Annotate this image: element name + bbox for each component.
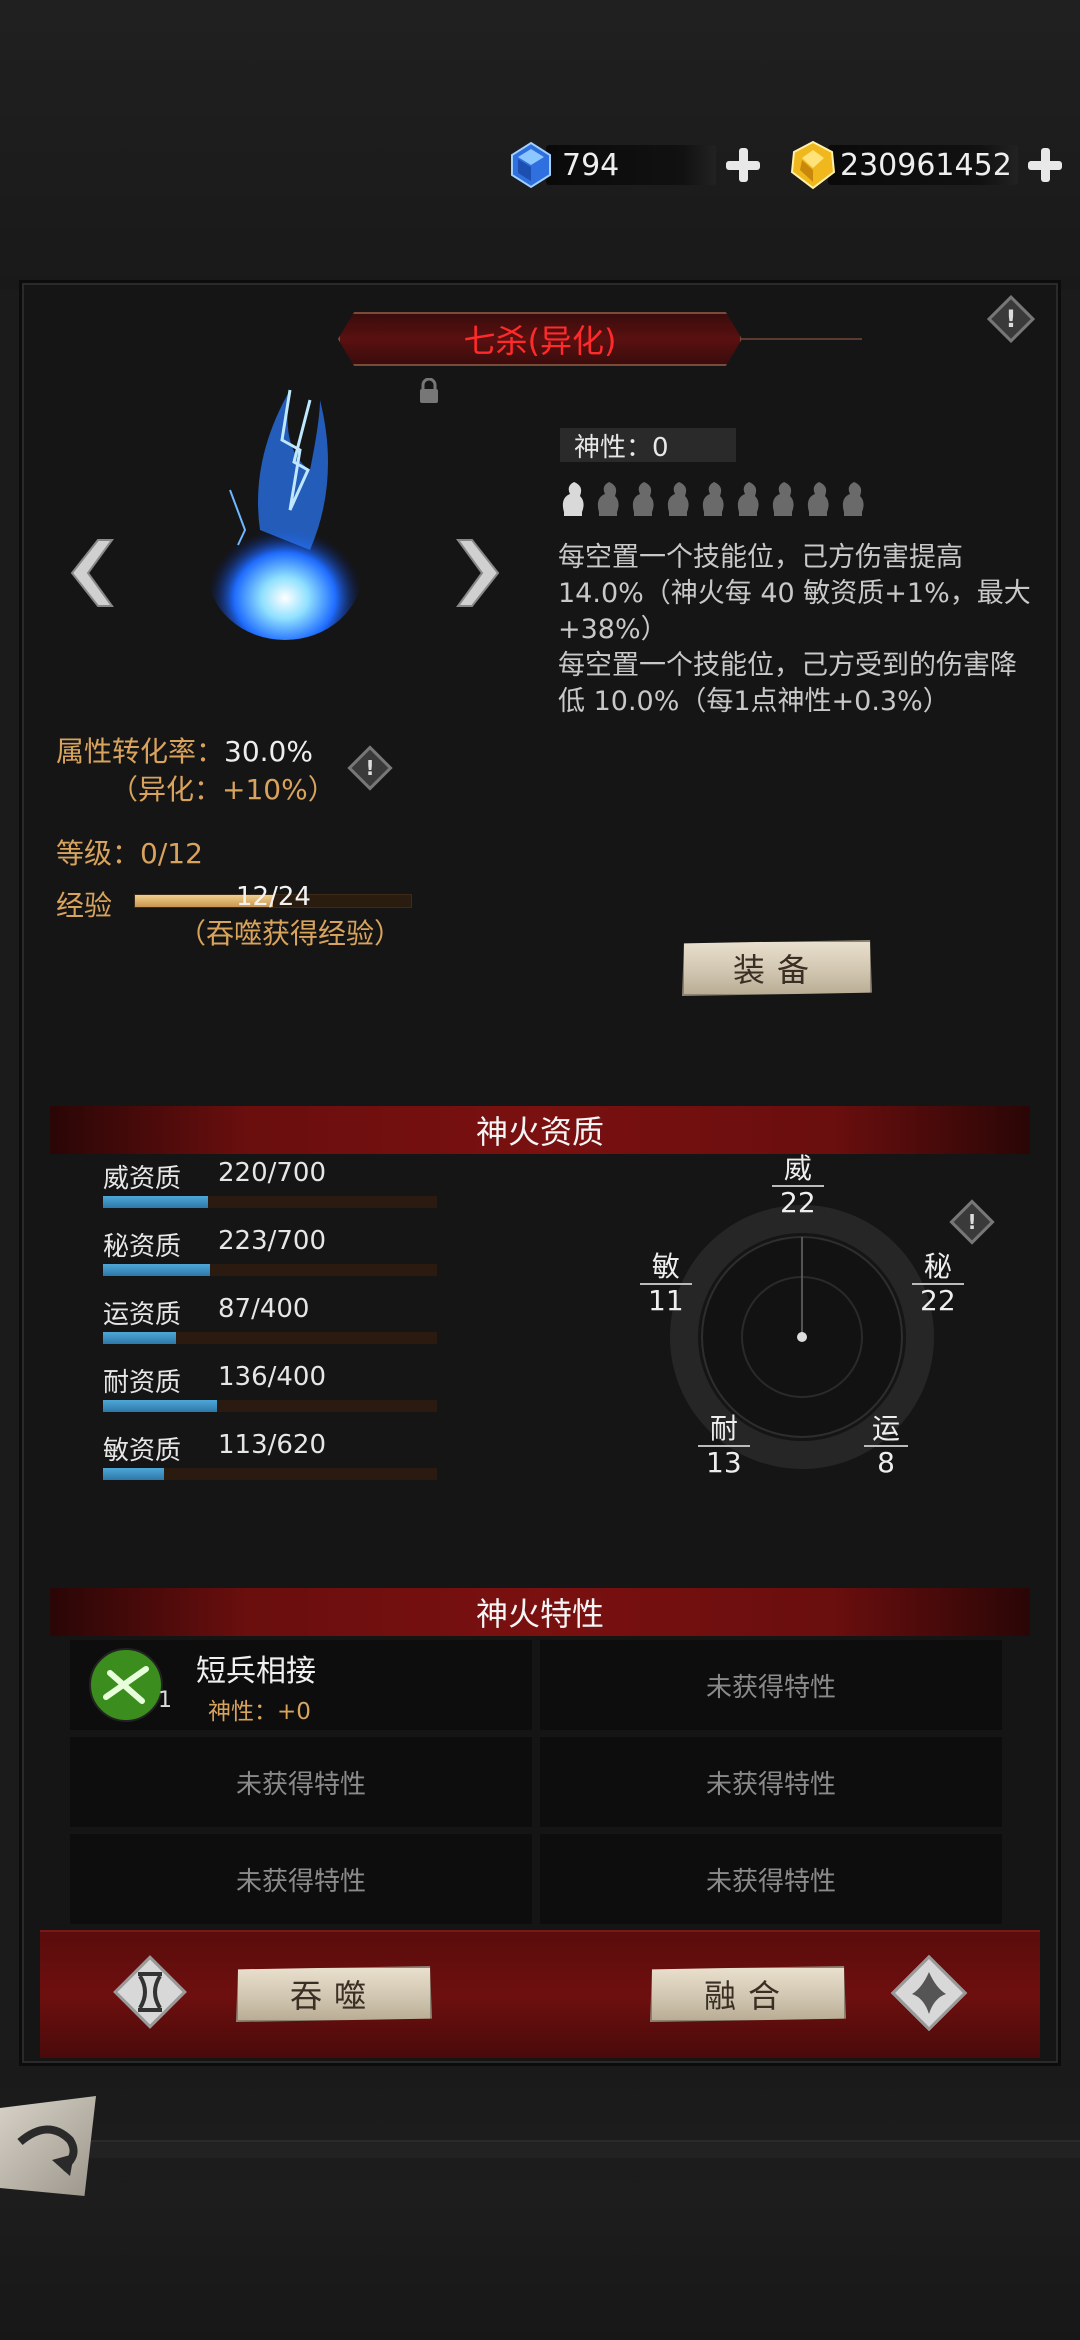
hourglass-button[interactable] <box>113 1955 187 2029</box>
blue-fire-image <box>207 389 363 640</box>
radar-nai: 耐 13 <box>698 1413 750 1479</box>
equip-button[interactable]: 装备 <box>682 940 872 996</box>
fuse-button[interactable]: 融合 <box>650 1966 846 2022</box>
aptitude-bar <box>103 1196 437 1208</box>
aptitude-section-title: 神火资质 <box>50 1106 1030 1154</box>
aptitude-bar <box>103 1332 437 1344</box>
aptitude-value: 113/620 <box>218 1430 327 1460</box>
aptitude-value: 220/700 <box>218 1158 327 1188</box>
radar-chart <box>670 1205 934 1469</box>
divinity-slot-icon <box>801 477 834 519</box>
radar-mi: 秘 22 <box>912 1251 964 1317</box>
trait-name: 短兵相接 <box>196 1654 316 1689</box>
trait-slot-4[interactable]: 未获得特性 <box>540 1737 1002 1827</box>
gem-currency: 794 <box>508 138 762 192</box>
blue-gem-icon <box>511 141 551 189</box>
add-gems-button[interactable] <box>724 146 762 184</box>
conversion-label: 属性转化率： <box>56 735 225 768</box>
radar-yun: 运8 <box>864 1413 909 1479</box>
divinity-slot-icon <box>661 477 694 519</box>
fire-description: 每空置一个技能位，己方伤害提高14.0%（神火每 40 敏资质+1%，最大+38… <box>558 540 1038 720</box>
bottom-band <box>0 2140 1080 2158</box>
conversion-bonus: （异化：+10%） <box>110 773 336 806</box>
aptitude-bar-fill <box>103 1400 217 1412</box>
chevron-left-icon <box>70 539 114 607</box>
chevron-right-icon <box>456 539 500 607</box>
add-gold-button[interactable] <box>1026 146 1064 184</box>
radar-min: 敏 11 <box>640 1251 692 1317</box>
divinity-value: 神性：0 <box>560 428 736 463</box>
exp-hint: （吞噬获得经验） <box>178 917 403 950</box>
divinity-slot-icon <box>591 477 624 519</box>
divinity-slot-icon <box>556 477 589 519</box>
trait-slot-5[interactable]: 未获得特性 <box>70 1834 532 1924</box>
back-button[interactable] <box>0 2096 96 2196</box>
back-arrow-icon <box>17 2125 78 2176</box>
aptitude-bar <box>103 1468 437 1480</box>
hourglass-icon <box>138 1972 162 2012</box>
aptitude-label: 敏资质 <box>103 1436 182 1466</box>
divinity-slot-icon <box>731 477 764 519</box>
traits-section-title: 神火特性 <box>50 1588 1030 1636</box>
gold-gem-icon <box>790 140 836 190</box>
divinity-slot-icon <box>696 477 729 519</box>
description-defense: 每空置一个技能位，己方受到的伤害降低 10.0%（每1点神性+0.3%） <box>558 650 1017 717</box>
exp-label: 经验 <box>56 889 113 922</box>
radar-wei: 威 22 <box>772 1153 824 1219</box>
trait-divinity: 神性：+0 <box>208 1699 311 1725</box>
devour-button[interactable]: 吞噬 <box>236 1966 432 2022</box>
exp-value: 12/24 <box>236 882 311 912</box>
divinity-slot-icon <box>626 477 659 519</box>
aptitude-value: 87/400 <box>218 1294 310 1324</box>
gold-count: 230961452 <box>828 145 1018 185</box>
trait-level: 1 <box>158 1688 172 1713</box>
aptitude-radar: 威 22 秘 22 运8 耐 13 敏 11 <box>640 1153 964 1505</box>
trait-slot-6[interactable]: 未获得特性 <box>540 1834 1002 1924</box>
trait-slot-3[interactable]: 未获得特性 <box>70 1737 532 1827</box>
aptitude-value: 223/700 <box>218 1226 327 1256</box>
aptitude-bar-fill <box>103 1196 208 1208</box>
trait-icon <box>89 1648 163 1722</box>
aptitude-bar-fill <box>103 1468 164 1480</box>
aptitude-bar <box>103 1400 437 1412</box>
aptitude-bar <box>103 1264 437 1276</box>
aptitude-label: 耐资质 <box>103 1368 182 1398</box>
action-bar <box>40 1930 1040 2058</box>
conversion-rate: 属性转化率：30.0% <box>56 730 313 770</box>
aptitude-label: 运资质 <box>103 1300 182 1330</box>
divinity-icons <box>556 477 869 519</box>
previous-fire-button[interactable] <box>68 538 118 608</box>
aptitude-label: 秘资质 <box>103 1232 182 1262</box>
bottom-background <box>0 2060 1080 2340</box>
description-damage: 每空置一个技能位，己方伤害提高14.0%（神火每 40 敏资质+1%，最大+38… <box>558 542 1031 645</box>
fire-title: 七杀(异化) <box>338 312 742 366</box>
gold-currency: 230961452 <box>790 138 1064 192</box>
aptitude-label: 威资质 <box>103 1164 182 1194</box>
aptitude-bar-fill <box>103 1264 210 1276</box>
trait-slot-2[interactable]: 未获得特性 <box>540 1640 1002 1730</box>
divinity-slot-icon <box>766 477 799 519</box>
trait-slot-1[interactable]: 1 短兵相接 神性：+0 <box>70 1640 532 1730</box>
conversion-value: 30.0% <box>224 735 313 768</box>
divinity-slot-icon <box>836 477 869 519</box>
next-fire-button[interactable] <box>452 538 502 608</box>
aptitude-bar-fill <box>103 1332 176 1344</box>
gem-count: 794 <box>546 145 716 185</box>
aptitude-value: 136/400 <box>218 1362 327 1392</box>
emblem-icon <box>912 1972 946 2014</box>
lock-icon[interactable] <box>418 378 440 404</box>
fire-level: 等级：0/12 <box>56 837 203 870</box>
emblem-button[interactable] <box>890 1954 968 2032</box>
title-line-right <box>742 338 862 340</box>
